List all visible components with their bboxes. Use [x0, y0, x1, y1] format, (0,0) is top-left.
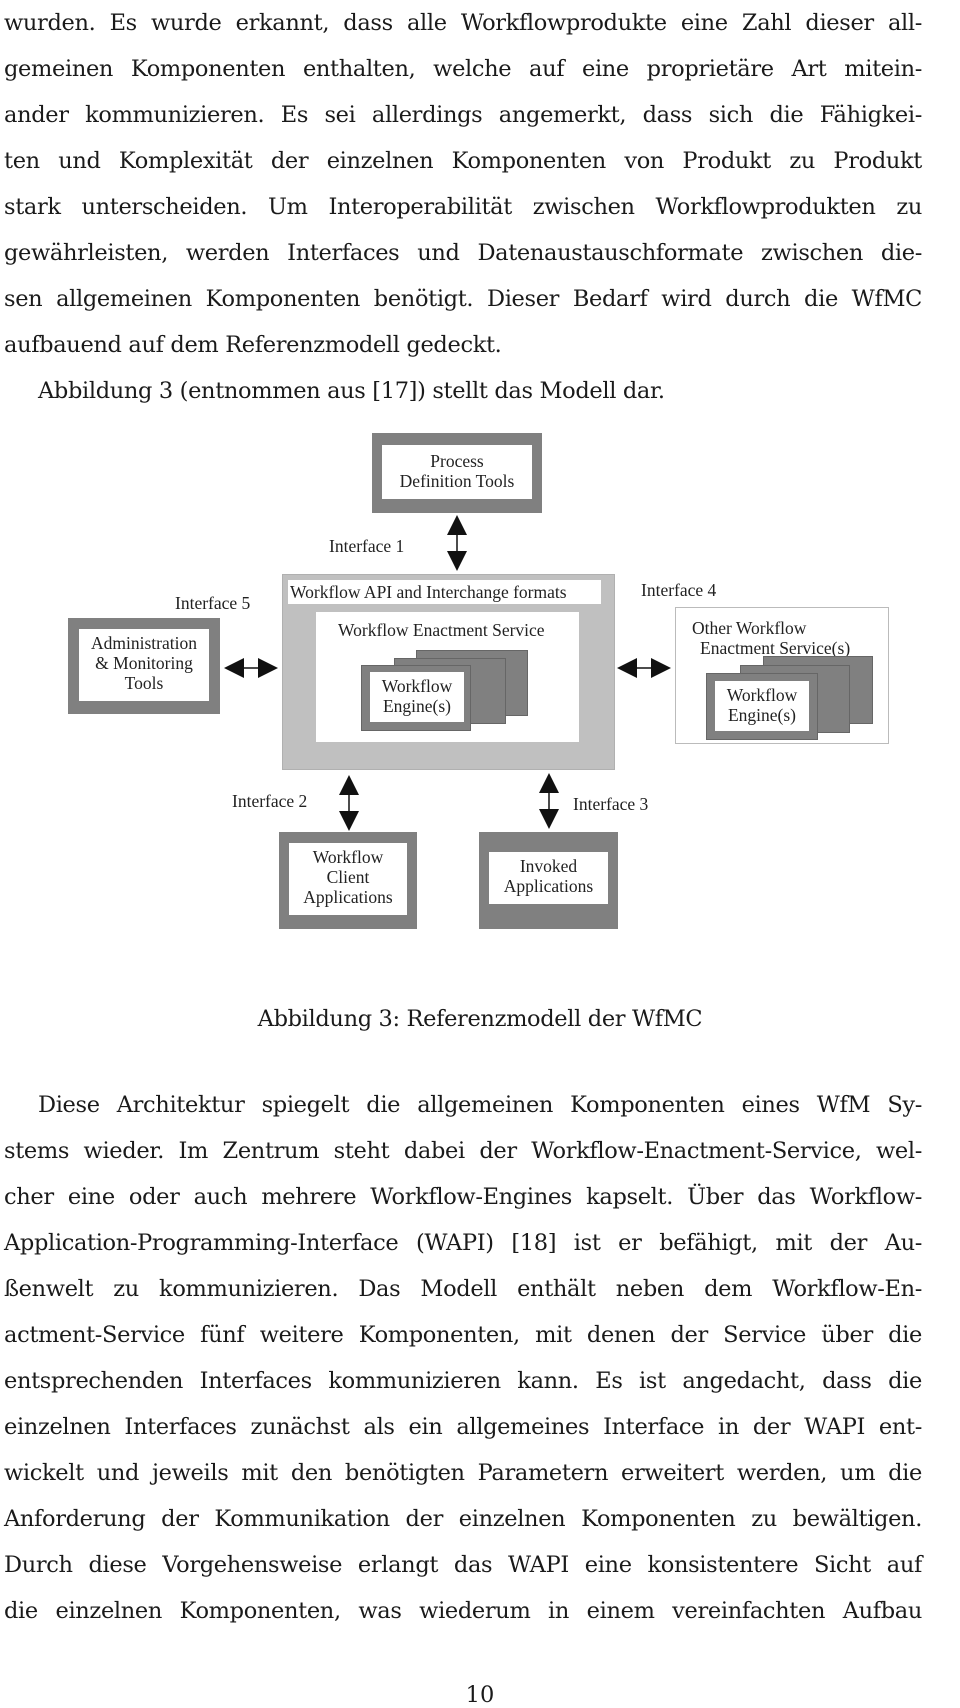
interface-5-label: Interface 5: [175, 593, 251, 613]
wfmc-reference-model-figure: Process Definition Tools Interface 1 Wor…: [0, 0, 960, 1000]
box-label: Applications: [503, 876, 594, 896]
text-line: entsprechenden Interfaces kommunizieren …: [4, 1368, 922, 1394]
text-line: Application-Programming-Interface (WAPI)…: [4, 1230, 922, 1256]
interface-2-arrow: [339, 775, 359, 831]
workflow-engine-box: Workflow Engine(s): [361, 665, 471, 731]
box-label: Engine(s): [727, 705, 797, 725]
figure-caption: Abbildung 3: Referenzmodell der WfMC: [257, 1006, 703, 1032]
box-label: Workflow: [381, 676, 453, 696]
workflow-client-applications-box: Workflow Client Applications: [279, 832, 417, 929]
text-line: wickelt und jeweils mit den benötigten P…: [4, 1460, 922, 1486]
box-label: Invoked: [519, 856, 578, 876]
box-label: Applications: [303, 887, 393, 907]
text-line: Anforderung der Kommunikation der einzel…: [4, 1506, 922, 1532]
box-label: & Monitoring: [95, 653, 193, 673]
box-label: Enactment Service(s): [700, 638, 851, 658]
box-label: Other Workflow: [692, 618, 807, 638]
box-label: Tools: [124, 673, 164, 693]
enactment-service-box: Workflow Enactment Service Workflow Engi…: [316, 612, 579, 742]
page-number: 10: [465, 1682, 495, 1708]
text-line: die einzelnen Komponenten, was wiederum …: [4, 1598, 922, 1624]
text-line: actment-Service fünf weitere Komponenten…: [4, 1322, 922, 1348]
box-label: Engine(s): [382, 696, 452, 716]
process-definition-tools-box: Process Definition Tools: [372, 433, 542, 513]
interface-3-arrow: [539, 773, 559, 829]
interface-3-label: Interface 3: [573, 794, 649, 814]
text-line: Durch diese Vorgehensweise erlangt das W…: [4, 1552, 922, 1578]
enactment-service-label: Workflow Enactment Service: [338, 620, 545, 640]
other-enactment-services-box: Other Workflow Enactment Service(s) Work…: [675, 607, 889, 744]
text-line: einzelnen Interfaces zunächst als ein al…: [4, 1414, 922, 1440]
interface-1-arrow: [447, 515, 467, 571]
text-line: Diese Architektur spiegelt die allgemein…: [38, 1092, 922, 1118]
workflow-api-box: Workflow API and Interchange formats Wor…: [282, 574, 615, 770]
box-label: Workflow: [726, 685, 798, 705]
text-line: stems wieder. Im Zentrum steht dabei der…: [4, 1138, 922, 1164]
interface-1-label: Interface 1: [329, 536, 405, 556]
box-label: Client: [326, 867, 370, 887]
text-line: ßenwelt zu kommunizieren. Das Modell ent…: [4, 1276, 922, 1302]
box-label: Definition Tools: [399, 471, 515, 491]
interface-4-arrow: [617, 658, 671, 678]
text-line: cher eine oder auch mehrere Workflow-Eng…: [4, 1184, 922, 1210]
box-label: Administration: [91, 633, 197, 653]
invoked-applications-box: Invoked Applications: [479, 832, 618, 929]
interface-5-arrow: [224, 658, 278, 678]
bottom-paragraph: Diese Architektur spiegelt die allgemein…: [4, 1082, 922, 1634]
admin-monitoring-tools-box: Administration & Monitoring Tools: [68, 618, 220, 714]
interface-4-label: Interface 4: [641, 580, 717, 600]
box-label: Workflow: [312, 847, 384, 867]
interface-2-label: Interface 2: [232, 791, 308, 811]
workflow-api-label: Workflow API and Interchange formats: [290, 582, 567, 602]
other-workflow-engine-box: Workflow Engine(s): [706, 673, 818, 740]
box-label: Process: [430, 451, 484, 471]
